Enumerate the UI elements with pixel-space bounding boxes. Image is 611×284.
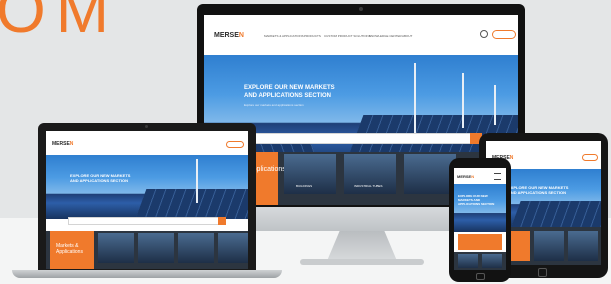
phone-site-logo[interactable]: MERSEN (457, 174, 474, 179)
monitor-site-logo[interactable]: MERSEN (214, 32, 244, 39)
solar-panels-image (511, 201, 601, 227)
laptop-tile-1[interactable] (98, 233, 134, 263)
laptop-site-header: MERSEN (46, 131, 248, 156)
laptop: MERSEN EXPLORE OUR NEW MARKETS AND APPLI… (38, 123, 256, 271)
contact-button[interactable] (492, 30, 516, 39)
wind-turbine-image (196, 159, 198, 203)
smartphone: MERSEN EXPLORE OUR NEW MARKETS AND APPLI… (449, 158, 511, 282)
laptop-tile-2[interactable] (138, 233, 174, 263)
wind-turbine-image-3 (494, 85, 496, 125)
wind-turbine-image (414, 63, 416, 133)
phone-hero: EXPLORE OUR NEW MARKETS AND APPLICATIONS… (454, 184, 506, 232)
phone-applications-strip (454, 252, 506, 270)
monitor-nav-about[interactable]: ABOUT (402, 34, 412, 38)
phone-site-header: MERSEN (454, 168, 506, 185)
phone-tile-2[interactable] (482, 254, 502, 268)
buildings-tile[interactable] (284, 154, 336, 194)
monitor-nav-markets[interactable]: MARKETS & APPLICATIONS (264, 34, 304, 38)
phone-tile-1[interactable] (458, 254, 478, 268)
solar-panels-image (135, 189, 248, 219)
laptop-search-input[interactable] (68, 217, 220, 225)
tablet-tile-2[interactable] (568, 231, 598, 261)
laptop-base (12, 270, 282, 278)
laptop-feature-title-line2: Applications (56, 249, 83, 255)
buildings-tile-label: BUILDINGS (296, 184, 313, 188)
laptop-tile-4[interactable] (218, 233, 248, 263)
industrial-tubes-tile[interactable] (344, 154, 396, 194)
laptop-hero: EXPLORE OUR NEW MARKETS AND APPLICATIONS… (46, 155, 248, 219)
search-icon[interactable] (480, 30, 488, 38)
tablet-home-button[interactable] (538, 268, 547, 277)
tablet-tile-1[interactable] (534, 231, 564, 261)
camera-dot (359, 7, 363, 11)
monitor-search-input[interactable] (244, 133, 472, 144)
laptop-contact-button[interactable] (226, 141, 244, 148)
monitor-nav-products[interactable]: PRODUCTS (304, 34, 321, 38)
laptop-search-button[interactable] (218, 217, 226, 225)
tablet-hero-title-line2: AND APPLICATIONS SECTION (508, 190, 567, 195)
monitor-nav-custom[interactable]: CUSTOM PRODUCT SOLUTIONS (324, 34, 371, 38)
phone-website: MERSEN EXPLORE OUR NEW MARKETS AND APPLI… (454, 168, 506, 270)
monitor-base (300, 259, 424, 265)
laptop-tile-3[interactable] (178, 233, 214, 263)
laptop-site-logo[interactable]: MERSEN (52, 141, 73, 147)
industrial-tubes-tile-label: INDUSTRIAL TUBES (354, 184, 383, 188)
camera-dot (145, 125, 148, 128)
wind-turbine-image-2 (462, 73, 464, 128)
menu-icon[interactable] (494, 173, 501, 180)
brand-wordmark-partial: OM (0, 0, 120, 46)
monitor-hero-title-line1: EXPLORE OUR NEW MARKETS (244, 85, 335, 91)
laptop-website: MERSEN EXPLORE OUR NEW MARKETS AND APPLI… (46, 131, 248, 269)
phone-hero-title-line3: APPLICATIONS SECTION (458, 202, 495, 206)
monitor-nav-knowledge[interactable]: KNOWLEDGE CENTER (369, 34, 402, 38)
monitor-site-header: MERSEN MARKETS & APPLICATIONS PRODUCTS C… (204, 15, 518, 56)
phone-feature-card[interactable] (458, 234, 502, 250)
phone-home-button[interactable] (476, 273, 485, 280)
tablet-contact-button[interactable] (582, 154, 598, 161)
monitor-hero-subtitle: Explore our markets and applications sec… (244, 103, 304, 107)
laptop-applications-strip: Markets & Applications (46, 231, 248, 269)
laptop-hero-title-line2: AND APPLICATIONS SECTION (70, 178, 129, 183)
monitor-hero-title-line2: AND APPLICATIONS SECTION (244, 93, 332, 99)
